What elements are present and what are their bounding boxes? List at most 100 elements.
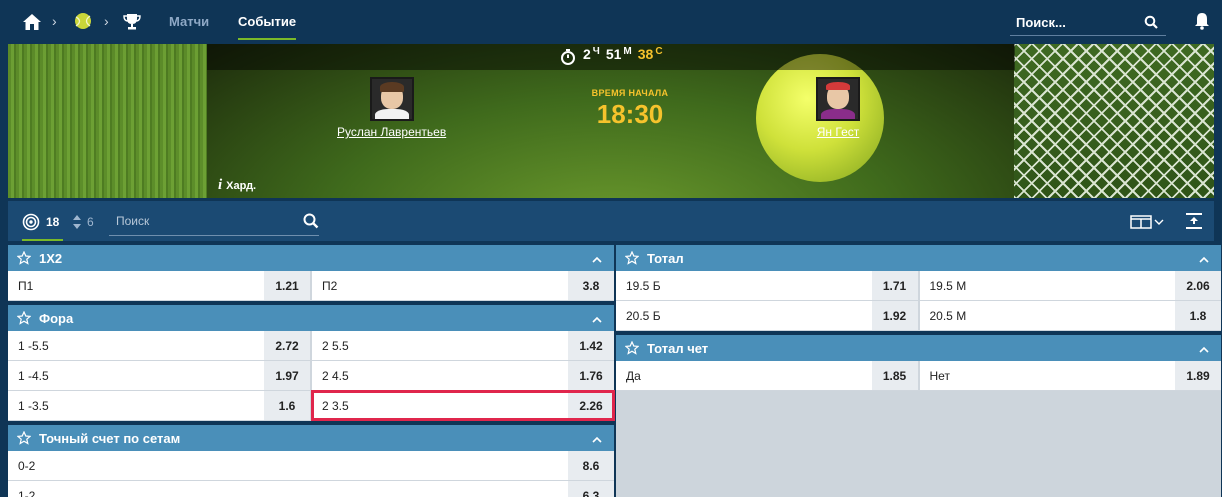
outcome-cell[interactable]: 19.5 Б 1.71 (616, 271, 920, 300)
sort-count: 6 (87, 215, 94, 229)
timer-minutes-unit: М (623, 46, 632, 57)
chevron-up-icon[interactable] (592, 432, 602, 443)
outcome-odds[interactable]: 1.8 (1175, 301, 1221, 330)
all-markets-filter[interactable]: 18 (22, 209, 64, 241)
outcome-cell[interactable]: Да 1.85 (616, 361, 920, 390)
market-row: 1 -3.5 1.6 2 3.5 2.26 (8, 390, 615, 421)
outcome-odds[interactable]: 1.6 (264, 391, 310, 420)
start-time-label: ВРЕМЯ НАЧАЛА (591, 88, 669, 98)
chevron-up-icon[interactable] (592, 312, 602, 323)
market-title: Тотал (647, 250, 684, 266)
tennis-ball-icon[interactable] (74, 12, 92, 30)
outcome-label: 2 3.5 (322, 398, 349, 413)
countdown-timer: 2 Ч 51 М 38 С (560, 46, 669, 68)
layout-columns-icon[interactable] (1130, 214, 1166, 230)
outcome-cell[interactable]: 1 -4.5 1.97 (8, 361, 312, 390)
markets-count: 18 (46, 215, 60, 229)
outcome-label: П2 (322, 278, 338, 293)
outcome-odds[interactable]: 8.6 (568, 451, 614, 480)
timer-seconds-unit: С (655, 46, 663, 57)
surface-label: Хард. (226, 179, 257, 192)
collapse-all-icon[interactable] (1184, 212, 1204, 230)
home-icon[interactable] (22, 12, 42, 32)
chevron-up-icon[interactable] (1199, 252, 1209, 263)
outcome-odds[interactable]: 1.71 (871, 271, 918, 300)
outcome-cell[interactable]: 20.5 М 1.8 (920, 301, 1221, 330)
star-icon[interactable] (16, 430, 32, 445)
market-header[interactable]: 1Х2 (8, 241, 614, 271)
market-title: Точный счет по сетам (39, 430, 181, 446)
outcome-odds[interactable]: 1.85 (871, 361, 918, 390)
markets-column-right: Тотал 19.5 Б 1.71 19.5 М 2.06 20.5 Б 1.92 20.5 … (616, 241, 1221, 497)
outcome-label: 1-2 (18, 488, 36, 497)
chevron-up-icon[interactable] (592, 252, 602, 263)
outcome-cell[interactable]: 2 5.5 1.42 (312, 331, 614, 360)
markets-search-input[interactable] (109, 209, 289, 233)
market-header[interactable]: Тотал (616, 241, 1221, 271)
outcome-cell[interactable]: 1 -5.5 2.72 (8, 331, 312, 360)
star-icon[interactable] (624, 250, 640, 265)
star-icon[interactable] (16, 310, 32, 325)
outcome-odds[interactable]: 3.8 (568, 271, 614, 300)
outcome-cell[interactable]: 1 -3.5 1.6 (8, 391, 312, 420)
tab-event[interactable]: Событие (238, 0, 297, 44)
markets-toolbar: 18 6 (8, 198, 1214, 241)
star-icon[interactable] (624, 340, 640, 355)
outcome-cell[interactable]: 1-2 6.3 (8, 481, 614, 497)
top-search-input[interactable] (1010, 10, 1140, 34)
outcome-cell[interactable]: 0-2 8.6 (8, 451, 614, 480)
outcome-label: Да (626, 368, 641, 383)
surface-info[interactable]: i Хард. (218, 177, 256, 194)
outcome-odds[interactable]: 1.97 (264, 361, 310, 390)
outcome-cell[interactable]: 2 4.5 1.76 (312, 361, 614, 390)
player-1-name[interactable]: Руслан Лаврентьев (337, 125, 446, 139)
bell-icon[interactable] (1194, 12, 1212, 32)
sort-filter[interactable]: 6 (72, 209, 94, 235)
outcome-cell[interactable]: 19.5 М 2.06 (920, 271, 1221, 300)
outcome-odds[interactable]: 2.06 (1175, 271, 1221, 300)
outcome-label: 19.5 М (929, 278, 967, 293)
outcome-odds[interactable]: 6.3 (568, 481, 614, 497)
market-header[interactable]: Фора (8, 301, 614, 331)
market-row: 1 -5.5 2.72 2 5.5 1.42 (8, 331, 614, 361)
outcome-odds[interactable]: 1.21 (264, 271, 310, 300)
outcome-odds[interactable]: 2.72 (264, 331, 310, 360)
outcome-cell-selected[interactable]: 2 3.5 2.26 (311, 390, 615, 421)
market-row: Да 1.85 Нет 1.89 (616, 361, 1221, 391)
outcome-odds[interactable]: 1.76 (568, 361, 614, 390)
outcome-label: П1 (18, 278, 34, 293)
outcome-cell[interactable]: П2 3.8 (312, 271, 614, 300)
market-row: 0-2 8.6 (8, 451, 614, 481)
top-search[interactable] (1010, 10, 1166, 36)
market-header[interactable]: Тотал чет (616, 331, 1221, 361)
player-1: Руслан Лаврентьев (337, 77, 446, 139)
market-title: Фора (39, 310, 74, 326)
player-2: Ян Гест (816, 77, 860, 139)
outcome-odds[interactable]: 1.42 (568, 331, 614, 360)
star-icon[interactable] (16, 250, 32, 265)
outcome-label: 20.5 Б (626, 308, 661, 323)
market-row: 20.5 Б 1.92 20.5 М 1.8 (616, 301, 1221, 331)
player-2-name[interactable]: Ян Гест (816, 125, 860, 139)
sort-icon (72, 214, 82, 230)
market-row: 19.5 Б 1.71 19.5 М 2.06 (616, 271, 1221, 301)
market-header[interactable]: Точный счет по сетам (8, 421, 614, 451)
outcome-label: Нет (929, 368, 950, 383)
outcome-cell[interactable]: Нет 1.89 (920, 361, 1221, 390)
breadcrumb-separator-icon: › (52, 13, 57, 29)
tab-matches[interactable]: Матчи (169, 0, 209, 44)
trophy-icon[interactable] (122, 12, 142, 32)
outcome-cell[interactable]: 20.5 Б 1.92 (616, 301, 920, 330)
outcome-label: 0-2 (18, 458, 36, 473)
search-icon[interactable] (303, 213, 319, 232)
stopwatch-icon (560, 48, 576, 66)
outcome-cell[interactable]: П1 1.21 (8, 271, 312, 300)
markets-search[interactable] (109, 209, 319, 236)
chevron-up-icon[interactable] (1199, 342, 1209, 353)
outcome-odds[interactable]: 2.26 (568, 391, 614, 420)
outcome-odds[interactable]: 1.89 (1175, 361, 1221, 390)
player-1-avatar (369, 77, 414, 121)
search-icon[interactable] (1144, 15, 1158, 32)
market-row: П1 1.21 П2 3.8 (8, 271, 614, 301)
outcome-odds[interactable]: 1.92 (871, 301, 918, 330)
